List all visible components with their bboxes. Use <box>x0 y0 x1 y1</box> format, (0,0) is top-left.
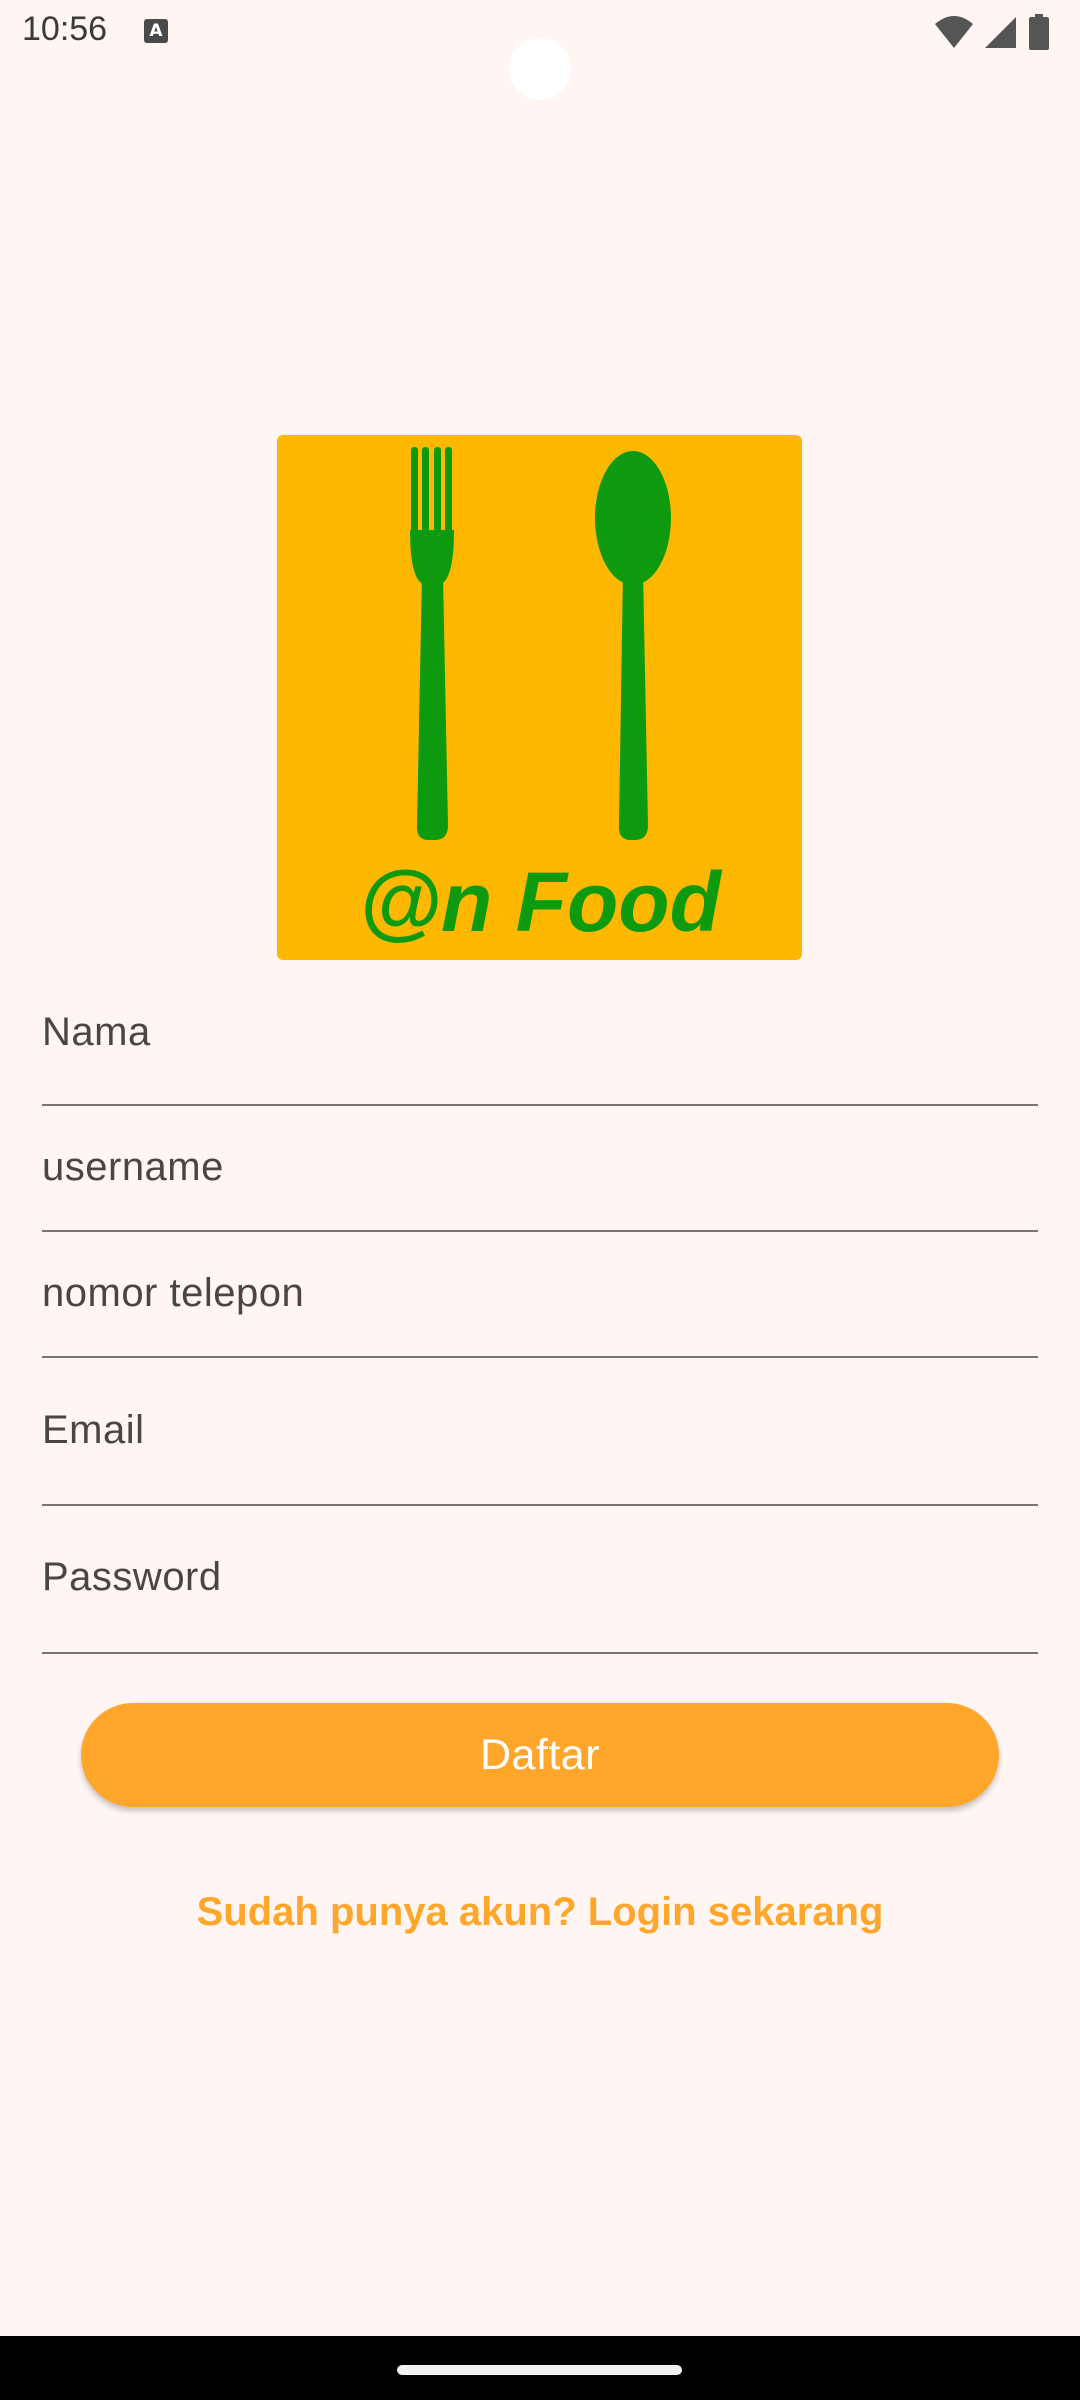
name-field-label: Nama <box>42 1010 151 1054</box>
spoon-icon <box>595 451 671 840</box>
phone-field-label: nomor telepon <box>42 1271 305 1315</box>
logo-brand-text-row: @n Food <box>0 848 1080 953</box>
battery-icon <box>1029 14 1049 50</box>
home-indicator[interactable] <box>397 2365 682 2375</box>
brand-text-svg: @n Food <box>359 855 722 949</box>
status-time: 10:56 <box>22 10 108 48</box>
password-field[interactable]: Password <box>42 1510 1038 1654</box>
wifi-icon <box>935 16 973 48</box>
password-field-label: Password <box>42 1555 222 1599</box>
email-field[interactable]: Email <box>42 1362 1038 1506</box>
brand-text: @n Food <box>359 855 722 948</box>
login-link[interactable]: Sudah punya akun? Login sekarang <box>0 1890 1080 1935</box>
camera-cutout <box>509 38 571 100</box>
a-icon: A <box>144 19 168 43</box>
name-field[interactable]: Nama <box>42 990 1038 1106</box>
phone-field[interactable]: nomor telepon <box>42 1236 1038 1358</box>
username-field[interactable]: username <box>42 1110 1038 1232</box>
username-field-label: username <box>42 1145 224 1189</box>
status-icons <box>934 12 1050 52</box>
signal-icon <box>985 17 1016 48</box>
email-field-label: Email <box>42 1408 145 1452</box>
fork-icon <box>410 447 454 840</box>
register-button[interactable]: Daftar <box>81 1703 999 1807</box>
